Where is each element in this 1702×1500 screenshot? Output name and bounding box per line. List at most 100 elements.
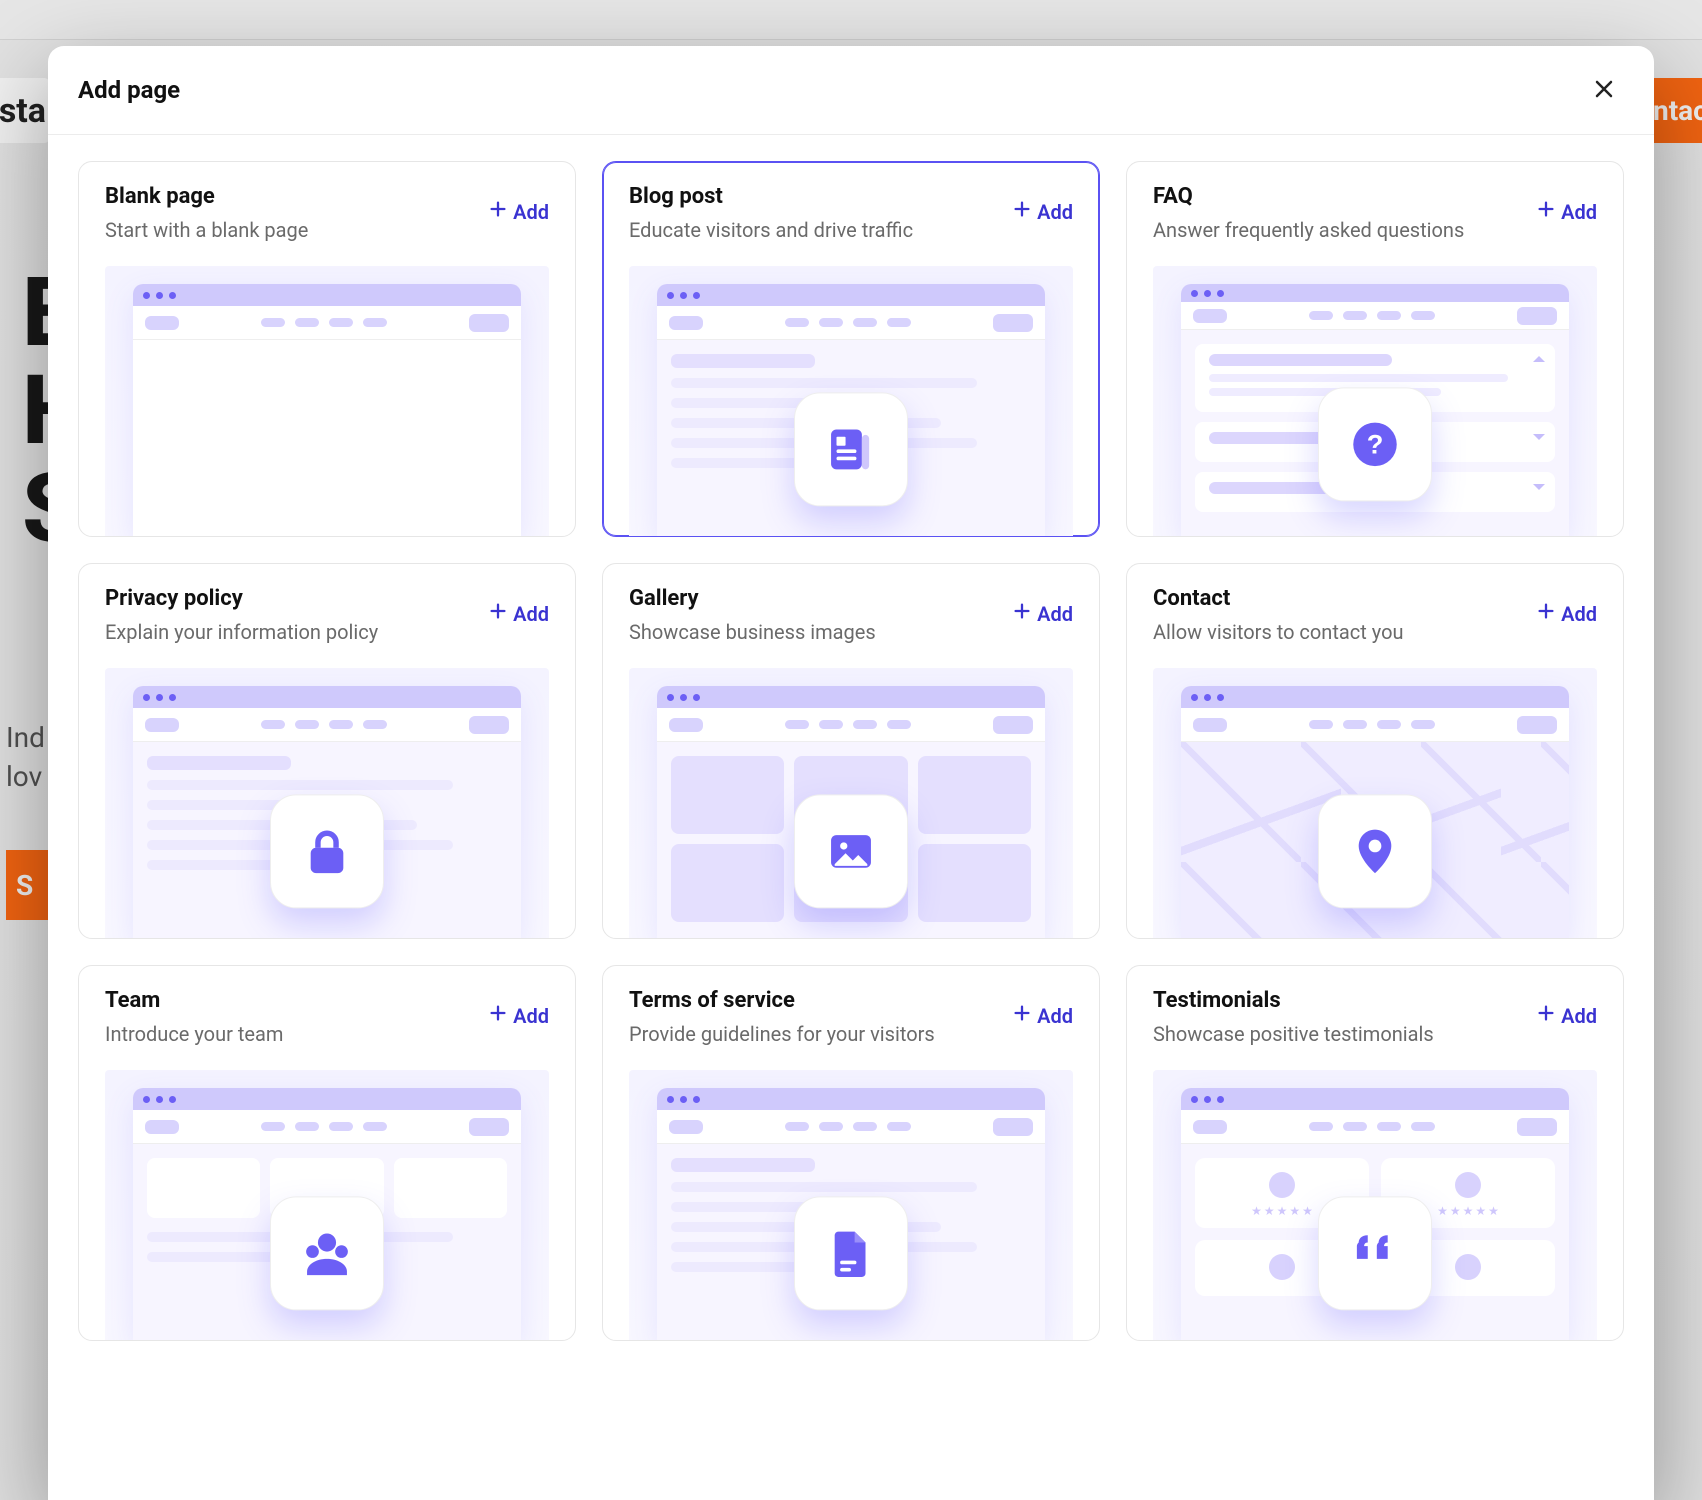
- preview-icon-chip: [794, 392, 908, 506]
- add-page-modal: Add page Blank pageStart with a blank pa…: [48, 46, 1654, 1500]
- card-head: Contact Allow visitors to contact you Add: [1153, 586, 1597, 646]
- card-subtitle: Educate visitors and drive traffic: [629, 217, 913, 244]
- card-head: Terms of service Provide guidelines for y…: [629, 988, 1073, 1048]
- preview-titlebar: [133, 1088, 521, 1110]
- plus-icon: [1011, 600, 1033, 627]
- card-head: Gallery Showcase business images Add: [629, 586, 1073, 646]
- preview-icon-chip: [1318, 1196, 1432, 1310]
- add-button[interactable]: Add: [1535, 198, 1597, 225]
- preview-nav: [1181, 1110, 1569, 1144]
- add-button[interactable]: Add: [1011, 600, 1073, 627]
- plus-icon: [487, 600, 509, 627]
- card-title: Privacy policy: [105, 586, 378, 611]
- modal-header: Add page: [48, 46, 1654, 135]
- card-head: TeamIntroduce your teamAdd: [105, 988, 549, 1048]
- faq-icon: ?: [1345, 414, 1405, 474]
- template-grid: Blank pageStart with a blank pageAdd Blog…: [78, 161, 1624, 1341]
- preview-titlebar: [657, 1088, 1045, 1110]
- template-card[interactable]: Gallery Showcase business images Add: [602, 563, 1100, 939]
- preview-browser: [657, 1088, 1045, 1340]
- add-button[interactable]: Add: [487, 198, 549, 225]
- preview-icon-chip: [270, 794, 384, 908]
- close-icon: [1592, 77, 1616, 104]
- card-title: Team: [105, 988, 283, 1013]
- template-card[interactable]: Contact Allow visitors to contact you Add: [1126, 563, 1624, 939]
- card-title: Testimonials: [1153, 988, 1434, 1013]
- card-preview: [1153, 668, 1597, 938]
- plus-icon: [1535, 600, 1557, 627]
- card-text: Privacy policyExplain your information p…: [105, 586, 378, 646]
- card-text: TestimonialsShowcase positive testimonia…: [1153, 988, 1434, 1048]
- card-subtitle: Showcase business images: [629, 619, 876, 646]
- card-preview: ?: [1153, 266, 1597, 536]
- card-subtitle: Provide guidelines for your visitors: [629, 1021, 935, 1048]
- template-card[interactable]: TestimonialsShowcase positive testimonia…: [1126, 965, 1624, 1341]
- card-text: FAQAnswer frequently asked questions: [1153, 184, 1464, 244]
- preview-icon-chip: ?: [1318, 387, 1432, 501]
- card-subtitle: Allow visitors to contact you: [1153, 619, 1404, 646]
- plus-icon: [487, 1002, 509, 1029]
- template-card[interactable]: Blog postEducate visitors and drive traf…: [602, 161, 1100, 537]
- preview-nav: [1181, 708, 1569, 742]
- preview-browser: [657, 284, 1045, 536]
- preview-browser: ★★★★★★★★★★: [1181, 1088, 1569, 1340]
- template-card[interactable]: TeamIntroduce your teamAdd: [78, 965, 576, 1341]
- preview-nav: [657, 306, 1045, 340]
- card-text: Contact Allow visitors to contact you: [1153, 586, 1404, 646]
- card-head: Blank pageStart with a blank pageAdd: [105, 184, 549, 244]
- plus-icon: [1011, 198, 1033, 225]
- add-button[interactable]: Add: [1011, 198, 1073, 225]
- card-preview: [105, 266, 549, 536]
- template-card[interactable]: Privacy policyExplain your information p…: [78, 563, 576, 939]
- preview-titlebar: [657, 284, 1045, 306]
- preview-nav: [1181, 302, 1569, 330]
- card-title: Blank page: [105, 184, 308, 209]
- quote-icon: [1345, 1223, 1405, 1283]
- card-title: FAQ: [1153, 184, 1464, 209]
- card-head: FAQAnswer frequently asked questions Add: [1153, 184, 1597, 244]
- add-button[interactable]: Add: [1011, 1002, 1073, 1029]
- plus-icon: [1011, 1002, 1033, 1029]
- add-button[interactable]: Add: [1535, 1002, 1597, 1029]
- preview-nav: [657, 708, 1045, 742]
- card-title: Contact: [1153, 586, 1404, 611]
- image-icon: [821, 821, 881, 881]
- add-button[interactable]: Add: [487, 1002, 549, 1029]
- add-label: Add: [1037, 200, 1073, 224]
- plus-icon: [1535, 198, 1557, 225]
- preview-icon-chip: [794, 1196, 908, 1310]
- card-preview: ★★★★★★★★★★: [1153, 1070, 1597, 1340]
- add-button[interactable]: Add: [487, 600, 549, 627]
- template-card[interactable]: Blank pageStart with a blank pageAdd: [78, 161, 576, 537]
- preview-browser: [1181, 686, 1569, 938]
- add-label: Add: [1037, 602, 1073, 626]
- add-button[interactable]: Add: [1535, 600, 1597, 627]
- modal-title: Add page: [78, 76, 180, 104]
- preview-nav: [133, 1110, 521, 1144]
- team-icon: [297, 1223, 357, 1283]
- preview-nav: [133, 708, 521, 742]
- card-preview: [105, 668, 549, 938]
- add-label: Add: [1037, 1004, 1073, 1028]
- preview-nav: [133, 306, 521, 340]
- preview-icon-chip: [1318, 794, 1432, 908]
- preview-browser: [133, 1088, 521, 1340]
- template-card[interactable]: FAQAnswer frequently asked questions Add?: [1126, 161, 1624, 537]
- card-head: Blog postEducate visitors and drive traf…: [629, 184, 1073, 244]
- card-text: Blog postEducate visitors and drive traf…: [629, 184, 913, 244]
- card-title: Gallery: [629, 586, 876, 611]
- preview-nav: [657, 1110, 1045, 1144]
- svg-text:?: ?: [1367, 428, 1384, 459]
- card-head: Privacy policyExplain your information p…: [105, 586, 549, 646]
- card-title: Terms of service: [629, 988, 935, 1013]
- preview-browser: [133, 686, 521, 938]
- close-button[interactable]: [1584, 70, 1624, 110]
- preview-titlebar: [133, 686, 521, 708]
- card-head: TestimonialsShowcase positive testimonia…: [1153, 988, 1597, 1048]
- modal-body[interactable]: Blank pageStart with a blank pageAdd Blog…: [48, 135, 1654, 1500]
- template-card[interactable]: Terms of service Provide guidelines for y…: [602, 965, 1100, 1341]
- add-label: Add: [513, 602, 549, 626]
- card-preview: [105, 1070, 549, 1340]
- preview-titlebar: [1181, 284, 1569, 302]
- preview-icon-chip: [270, 1196, 384, 1310]
